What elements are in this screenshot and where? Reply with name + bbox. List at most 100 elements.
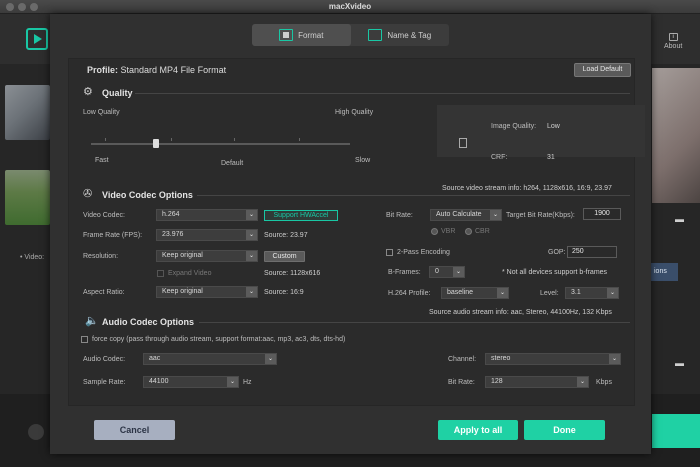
h264-profile-select[interactable]: baseline ⌄ — [441, 287, 509, 299]
channel-select[interactable]: stereo ⌄ — [485, 353, 621, 365]
bit-rate-mode-select[interactable]: Auto Calculate ⌄ — [430, 209, 502, 221]
video-thumbnail[interactable] — [5, 85, 50, 140]
vbr-radio[interactable] — [431, 228, 438, 235]
section-divider — [135, 93, 630, 94]
default-label: Default — [221, 160, 244, 167]
edit-tag-icon — [368, 29, 383, 41]
profile-name: Standard MP4 File Format — [120, 65, 227, 75]
quality-preview-box — [437, 105, 645, 157]
profile-line: Profile: Standard MP4 File Format — [87, 65, 226, 75]
app-title: macXvideo — [328, 2, 372, 11]
custom-resolution-button[interactable]: Custom — [264, 251, 305, 262]
video-codec-select[interactable]: h.264 ⌄ — [156, 209, 258, 221]
back-circle-icon[interactable] — [28, 424, 44, 440]
level-select[interactable]: 3.1 ⌄ — [565, 287, 619, 299]
add-video-icon[interactable] — [26, 28, 48, 50]
slider-tick — [299, 138, 300, 141]
vbr-label: VBR — [441, 228, 456, 235]
high-quality-label: High Quality — [335, 109, 374, 116]
image-quality-value: Low — [547, 123, 560, 130]
video-codec-label: Video Codec: — [83, 212, 125, 219]
frame-rate-select[interactable]: 23.976 ⌄ — [156, 229, 258, 241]
run-button[interactable] — [652, 414, 700, 448]
hwaccel-button[interactable]: Support HWAccel — [264, 210, 338, 221]
document-icon — [459, 138, 467, 148]
audio-bit-rate-unit: Kbps — [596, 379, 612, 386]
low-quality-label: Low Quality — [83, 109, 120, 116]
two-pass-label: 2-Pass Encoding — [397, 249, 450, 256]
quality-slider-track[interactable] — [91, 143, 350, 145]
section-divider — [197, 195, 630, 196]
image-quality-label: Image Quality: — [491, 123, 537, 130]
resolution-label: Resolution: — [83, 253, 119, 260]
audio-codec-label: Audio Codec: — [83, 356, 126, 363]
aspect-ratio-label: Aspect Ratio: — [83, 289, 125, 296]
done-button[interactable]: Done — [524, 420, 605, 440]
frame-rate-source: Source: 23.97 — [264, 232, 308, 239]
gear-icon: ⚙ — [83, 86, 93, 98]
audio-section-title: Audio Codec Options — [102, 317, 194, 327]
chevron-down-icon: ⌄ — [246, 210, 257, 220]
section-divider — [199, 322, 630, 323]
resolution-select[interactable]: Keep original ⌄ — [156, 250, 258, 262]
apply-to-all-button[interactable]: Apply to all — [438, 420, 518, 440]
quality-slider-handle[interactable] — [152, 139, 159, 148]
audio-codec-select[interactable]: aac ⌄ — [143, 353, 277, 365]
dialog-tabbar: Format Name & Tag — [252, 24, 449, 46]
info-icon: i — [668, 33, 678, 41]
two-pass-checkbox[interactable] — [386, 249, 393, 256]
film-reel-icon: ✇ — [83, 188, 93, 200]
video-section-title: Video Codec Options — [102, 190, 193, 200]
target-bit-rate-label: Target Bit Rate(Kbps): — [506, 212, 575, 219]
folder-icon[interactable]: ▬ — [675, 358, 684, 368]
audio-bit-rate-select[interactable]: 128 ⌄ — [485, 376, 589, 388]
frame-rate-label: Frame Rate (FPS): — [83, 232, 143, 239]
b-frames-label: B-Frames: — [388, 269, 421, 276]
bit-rate-label: Bit Rate: — [386, 212, 413, 219]
speaker-icon: 🔈 — [85, 315, 99, 327]
format-settings-dialog: Format Name & Tag Profile: Standard MP4 … — [50, 14, 651, 454]
cancel-button[interactable]: Cancel — [94, 420, 175, 440]
crf-value: 31 — [547, 154, 555, 161]
cbr-label: CBR — [475, 228, 490, 235]
video-source-info: Source video stream info: h264, 1128x616… — [442, 185, 612, 192]
h264-profile-label: H.264 Profile: — [388, 290, 431, 297]
options-button[interactable]: ions — [650, 263, 678, 281]
chevron-down-icon: ⌄ — [607, 288, 618, 298]
load-default-button[interactable]: Load Default — [574, 63, 631, 77]
force-copy-checkbox[interactable] — [81, 336, 88, 343]
chevron-down-icon: ⌄ — [265, 354, 276, 364]
about-label: About — [664, 43, 683, 50]
chevron-down-icon: ⌄ — [246, 230, 257, 240]
aspect-ratio-source: Source: 16:9 — [264, 289, 304, 296]
chevron-down-icon: ⌄ — [227, 377, 238, 387]
crf-label: CRF: — [491, 154, 508, 161]
tab-name-tag[interactable]: Name & Tag — [351, 24, 450, 46]
gop-input[interactable]: 250 — [567, 246, 617, 258]
profile-prefix: Profile: — [87, 65, 119, 75]
chevron-down-icon: ⌄ — [609, 354, 620, 364]
video-thumbnail[interactable] — [5, 170, 50, 225]
fast-label: Fast — [95, 157, 109, 164]
settings-panel: Profile: Standard MP4 File Format Load D… — [68, 58, 645, 406]
aspect-ratio-select[interactable]: Keep original ⌄ — [156, 286, 258, 298]
expand-video-checkbox[interactable] — [157, 270, 164, 277]
about-button[interactable]: i About — [664, 33, 682, 50]
slider-tick — [105, 138, 106, 141]
sample-rate-select[interactable]: 44100 ⌄ — [143, 376, 239, 388]
b-frames-select[interactable]: 0 ⌄ — [429, 266, 465, 278]
app-titlebar: macXvideo — [0, 0, 700, 14]
slider-tick — [234, 138, 235, 141]
tab-format-label: Format — [298, 30, 324, 40]
expand-video-label: Expand Video — [168, 270, 212, 277]
tab-format[interactable]: Format — [252, 24, 351, 46]
sample-rate-unit: Hz — [243, 379, 252, 386]
folder-icon[interactable]: ▬ — [675, 214, 684, 224]
audio-source-info: Source audio stream info: aac, Stereo, 4… — [429, 309, 612, 316]
chevron-down-icon: ⌄ — [246, 251, 257, 261]
preview-image — [652, 68, 700, 203]
b-frames-note: * Not all devices support b-frames — [502, 269, 608, 276]
cbr-radio[interactable] — [465, 228, 472, 235]
target-bit-rate-input[interactable]: 1900 — [583, 208, 621, 220]
slider-tick — [171, 138, 172, 141]
